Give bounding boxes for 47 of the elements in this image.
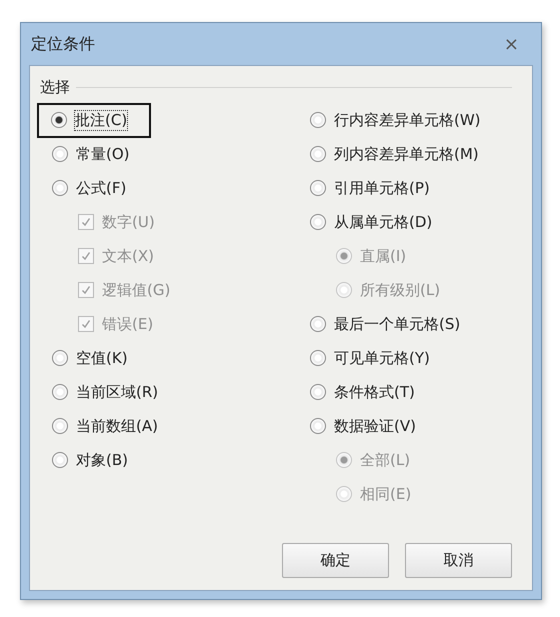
option-label: 当前区域(R) <box>76 382 158 402</box>
radio-button[interactable] <box>310 146 326 162</box>
radio-button[interactable] <box>51 112 67 128</box>
option-label: 当前数组(A) <box>76 416 158 436</box>
group-label: 选择 <box>40 78 70 97</box>
option-label: 最后一个单元格(S) <box>334 314 460 334</box>
radio-button[interactable] <box>52 452 68 468</box>
option-label: 常量(O) <box>76 144 130 164</box>
radio-button[interactable] <box>52 180 68 196</box>
radio-button[interactable] <box>310 384 326 400</box>
option-label: 空值(K) <box>76 348 128 368</box>
radio-button[interactable] <box>52 350 68 366</box>
option-label: 对象(B) <box>76 450 128 470</box>
ok-button[interactable]: 确定 <box>282 543 389 578</box>
radio-button[interactable] <box>310 112 326 128</box>
option-label: 全部(L) <box>360 450 410 470</box>
checkmark-icon <box>81 217 91 227</box>
radio-button[interactable] <box>310 180 326 196</box>
radio-button[interactable] <box>310 214 326 230</box>
checkmark-icon <box>81 251 91 261</box>
option-label: 所有级别(L) <box>360 280 440 300</box>
option-label: 逻辑值(G) <box>102 280 170 300</box>
radio-button[interactable] <box>52 146 68 162</box>
option-label: 批注(C) <box>75 110 128 130</box>
option-label: 可见单元格(Y) <box>334 348 430 368</box>
option-label: 直属(I) <box>360 246 406 266</box>
option-label: 条件格式(T) <box>334 382 415 402</box>
checkmark-icon <box>81 285 91 295</box>
radio-button[interactable] <box>310 350 326 366</box>
option-label: 从属单元格(D) <box>334 212 432 232</box>
radio-button[interactable] <box>52 384 68 400</box>
option-label: 文本(X) <box>102 246 154 266</box>
close-button[interactable]: × <box>496 34 527 54</box>
window-title: 定位条件 <box>31 34 95 54</box>
option-label: 行内容差异单元格(W) <box>334 110 481 130</box>
option-label: 错误(E) <box>102 314 154 334</box>
option-label: 引用单元格(P) <box>334 178 430 198</box>
option-label: 相同(E) <box>360 484 412 504</box>
option-label: 列内容差异单元格(M) <box>334 144 479 164</box>
checkmark-icon <box>81 319 91 329</box>
option-label: 数字(U) <box>102 212 155 232</box>
radio-button[interactable] <box>310 418 326 434</box>
option-label: 公式(F) <box>76 178 126 198</box>
radio-button[interactable] <box>310 316 326 332</box>
cancel-button[interactable]: 取消 <box>405 543 512 578</box>
radio-button[interactable] <box>52 418 68 434</box>
option-label: 数据验证(V) <box>334 416 416 436</box>
